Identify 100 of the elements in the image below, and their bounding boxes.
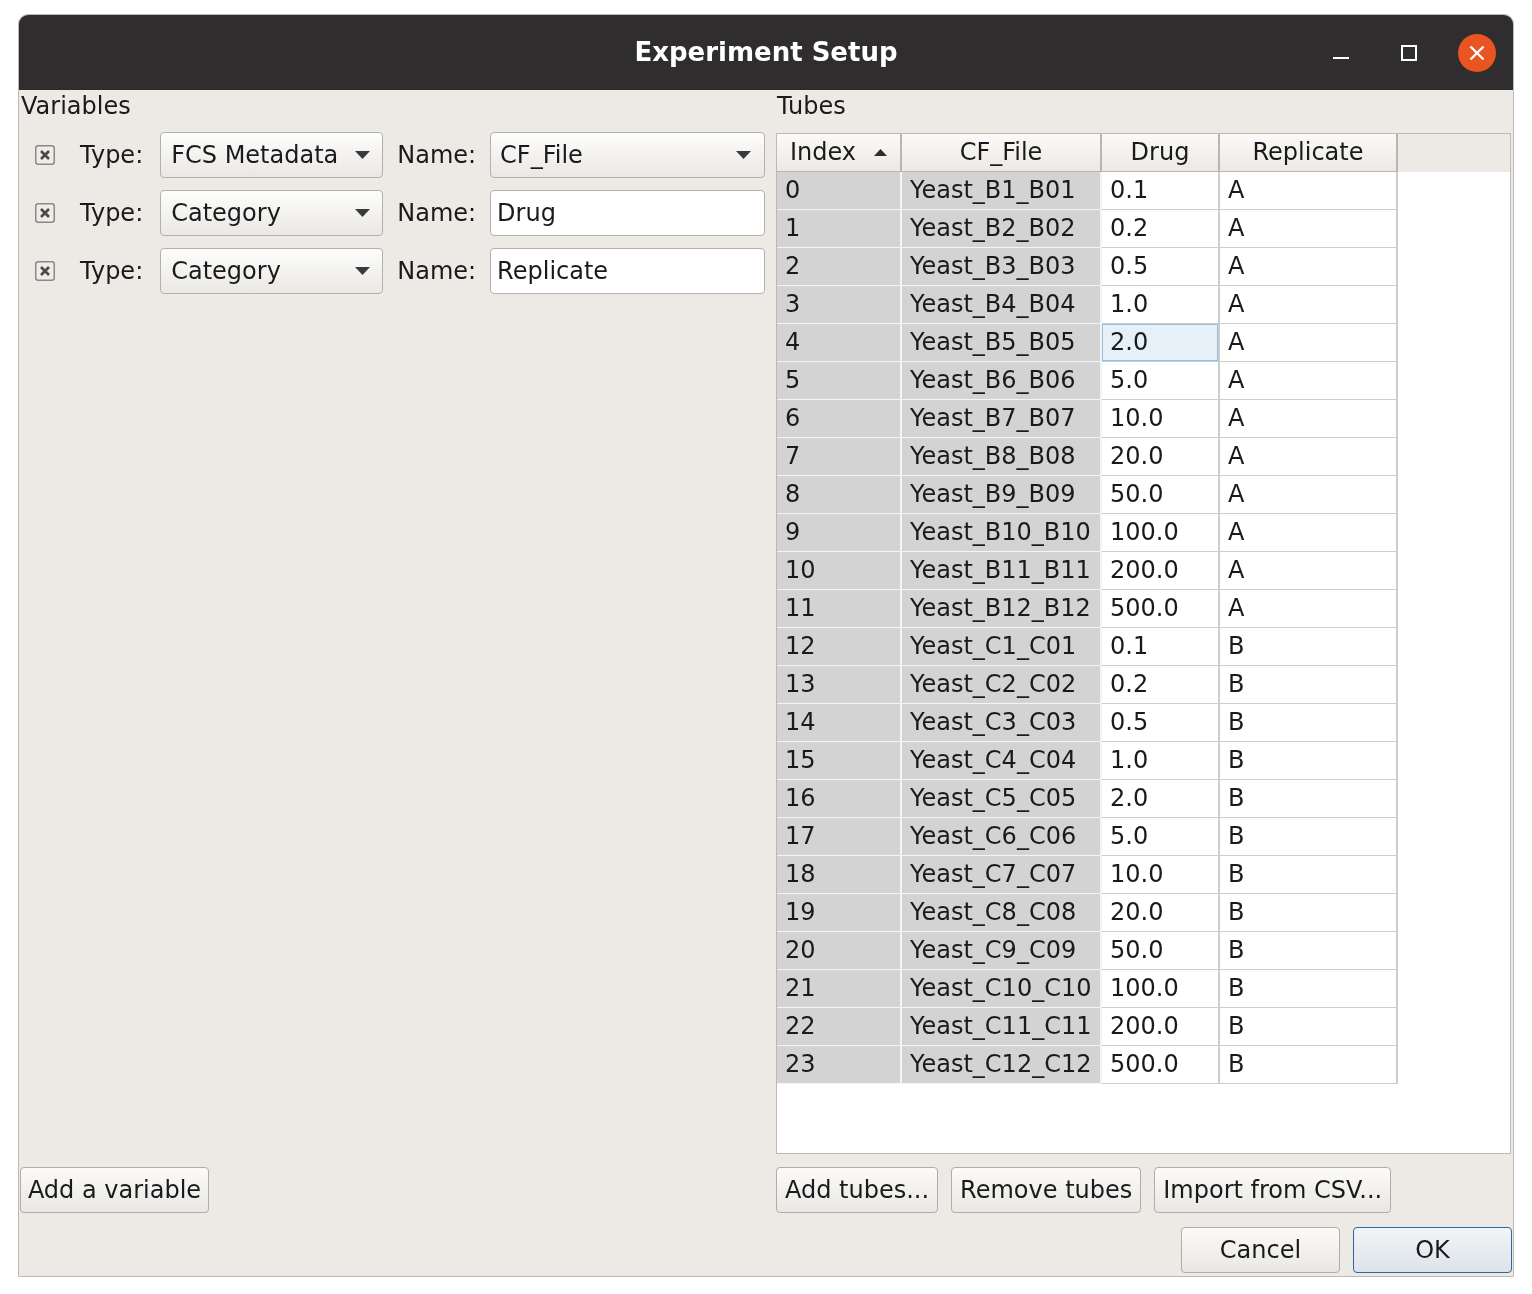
table-cell: 7 bbox=[777, 437, 902, 476]
column-header[interactable]: CF_File bbox=[902, 133, 1102, 172]
table-cell: Yeast_B4_B04 bbox=[902, 285, 1102, 324]
table-cell: A bbox=[1220, 475, 1398, 514]
table-cell: 19 bbox=[777, 893, 902, 932]
close-button[interactable] bbox=[1458, 33, 1496, 72]
table-cell: 10.0 bbox=[1102, 855, 1220, 894]
column-header[interactable]: Replicate bbox=[1220, 133, 1398, 172]
table-cell: B bbox=[1220, 1007, 1398, 1046]
caret-icon bbox=[736, 151, 752, 159]
table-cell: 5.0 bbox=[1102, 361, 1220, 400]
caret-icon bbox=[355, 209, 371, 217]
table-cell: B bbox=[1220, 741, 1398, 780]
table-cell: Yeast_B11_B11 bbox=[902, 551, 1102, 590]
window-title: Experiment Setup bbox=[634, 36, 898, 69]
table-cell: 500.0 bbox=[1102, 1045, 1220, 1084]
table-cell: A bbox=[1220, 247, 1398, 286]
push-button[interactable]: Add a variable bbox=[20, 1167, 209, 1213]
table-cell: 5 bbox=[777, 361, 902, 400]
table-cell: 2.0 bbox=[1102, 323, 1220, 362]
table-cell: B bbox=[1220, 779, 1398, 818]
table-cell: 200.0 bbox=[1102, 1007, 1220, 1046]
table-cell: B bbox=[1220, 703, 1398, 742]
table-cell: A bbox=[1220, 285, 1398, 324]
table-cell: 1 bbox=[777, 209, 902, 248]
section-heading: Tubes bbox=[777, 92, 846, 120]
table-cell: A bbox=[1220, 551, 1398, 590]
table-cell: Yeast_C8_C08 bbox=[902, 893, 1102, 932]
table-cell: 16 bbox=[777, 779, 902, 818]
caret-icon bbox=[355, 151, 371, 159]
table-cell: 100.0 bbox=[1102, 513, 1220, 552]
table-cell: Yeast_B2_B02 bbox=[902, 209, 1102, 248]
push-button[interactable]: Cancel bbox=[1181, 1227, 1340, 1273]
table-cell: A bbox=[1220, 437, 1398, 476]
table-cell: 13 bbox=[777, 665, 902, 704]
table-cell: 15 bbox=[777, 741, 902, 780]
table-cell: 2.0 bbox=[1102, 779, 1220, 818]
table-cell: 500.0 bbox=[1102, 589, 1220, 628]
field-label: Name: bbox=[397, 140, 477, 171]
table-cell: Yeast_C9_C09 bbox=[902, 931, 1102, 970]
sort-arrow-icon bbox=[874, 148, 888, 156]
table-cell: Yeast_C3_C03 bbox=[902, 703, 1102, 742]
table-cell: Yeast_C6_C06 bbox=[902, 817, 1102, 856]
push-button[interactable]: OK bbox=[1353, 1227, 1512, 1273]
table-cell: 0.1 bbox=[1102, 171, 1220, 210]
table-cell: Yeast_B6_B06 bbox=[902, 361, 1102, 400]
table-cell: 5.0 bbox=[1102, 817, 1220, 856]
field-label: Name: bbox=[397, 256, 477, 287]
table-cell: 0.2 bbox=[1102, 665, 1220, 704]
table-cell: 0.2 bbox=[1102, 209, 1220, 248]
field-label: Name: bbox=[397, 198, 477, 229]
table-cell: Yeast_C2_C02 bbox=[902, 665, 1102, 704]
table-cell: A bbox=[1220, 361, 1398, 400]
close-icon bbox=[1458, 33, 1496, 72]
name-field[interactable]: Replicate bbox=[490, 248, 766, 294]
table-cell: B bbox=[1220, 931, 1398, 970]
table-cell: B bbox=[1220, 969, 1398, 1008]
table-cell: B bbox=[1220, 855, 1398, 894]
push-button[interactable]: Remove tubes bbox=[951, 1167, 1142, 1213]
table-cell: 6 bbox=[777, 399, 902, 438]
x-box-icon[interactable] bbox=[35, 145, 55, 165]
push-button[interactable]: Add tubes... bbox=[776, 1167, 939, 1213]
column-header[interactable]: Drug bbox=[1102, 133, 1220, 172]
name-dropdown[interactable]: CF_File bbox=[490, 132, 766, 178]
table-cell: Yeast_C5_C05 bbox=[902, 779, 1102, 818]
table-cell: Yeast_B8_B08 bbox=[902, 437, 1102, 476]
table-cell: 0 bbox=[777, 171, 902, 210]
table-cell: Yeast_B10_B10 bbox=[902, 513, 1102, 552]
field-label: Type: bbox=[80, 198, 144, 229]
column-header[interactable]: Index bbox=[777, 133, 902, 172]
type-dropdown[interactable]: Category bbox=[160, 190, 384, 236]
table-cell: Yeast_C12_C12 bbox=[902, 1045, 1102, 1084]
x-box-icon[interactable] bbox=[35, 261, 55, 281]
name-field[interactable]: Drug bbox=[490, 190, 766, 236]
table-cell: 22 bbox=[777, 1007, 902, 1046]
push-button[interactable]: Import from CSV... bbox=[1154, 1167, 1392, 1213]
type-dropdown[interactable]: Category bbox=[160, 248, 384, 294]
table-cell: 0.1 bbox=[1102, 627, 1220, 666]
table-cell: 4 bbox=[777, 323, 902, 362]
maximize-button[interactable] bbox=[1401, 44, 1417, 61]
caret-icon bbox=[355, 267, 371, 275]
table-cell: 11 bbox=[777, 589, 902, 628]
table-cell: 14 bbox=[777, 703, 902, 742]
field-label: Type: bbox=[80, 140, 144, 171]
table-cell: 20.0 bbox=[1102, 893, 1220, 932]
minimize-icon bbox=[1333, 56, 1349, 59]
type-dropdown[interactable]: FCS Metadata bbox=[160, 132, 384, 178]
table-cell: 10 bbox=[777, 551, 902, 590]
table-cell: 2 bbox=[777, 247, 902, 286]
table-cell: A bbox=[1220, 399, 1398, 438]
table-cell: Yeast_C1_C01 bbox=[902, 627, 1102, 666]
table-cell: 1.0 bbox=[1102, 285, 1220, 324]
table-cell: B bbox=[1220, 893, 1398, 932]
table-cell: Yeast_C4_C04 bbox=[902, 741, 1102, 780]
table-cell: A bbox=[1220, 513, 1398, 552]
x-box-icon[interactable] bbox=[35, 203, 55, 223]
minimize-button[interactable] bbox=[1333, 56, 1349, 59]
table-cell: B bbox=[1220, 627, 1398, 666]
table-cell: Yeast_B3_B03 bbox=[902, 247, 1102, 286]
table-cell: B bbox=[1220, 817, 1398, 856]
